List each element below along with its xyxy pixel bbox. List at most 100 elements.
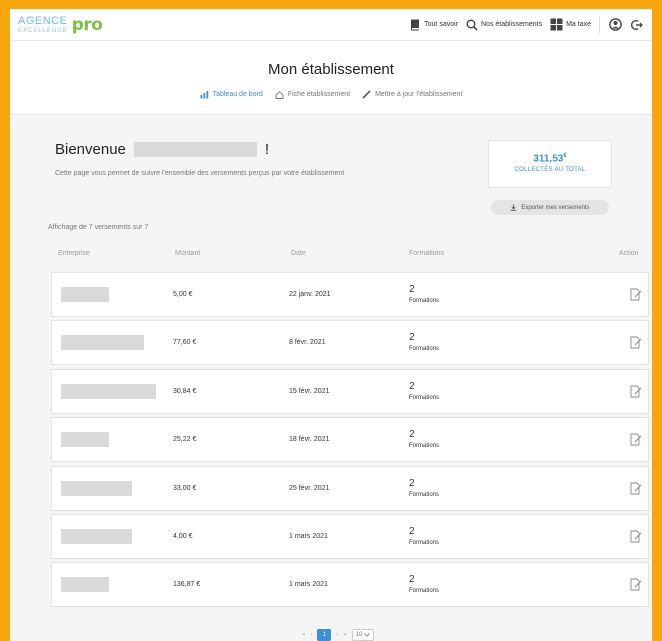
row-action-button[interactable] [630, 336, 642, 349]
row-action-button[interactable] [630, 433, 642, 446]
total-collected-label: COLLECTÉS AU TOTAL [514, 167, 586, 174]
redacted-company [61, 480, 132, 496]
welcome-heading: Bienvenue ! [55, 141, 344, 158]
welcome-greeting: Bienvenue [55, 141, 126, 158]
row-formations-label: Formations [409, 298, 440, 304]
row-date: 22 janv. 2021 [289, 291, 331, 298]
logo[interactable]: AGENCE EXCELLENCE pro [18, 14, 103, 35]
page-current-button[interactable]: 1 [317, 629, 332, 641]
tab-tableau-de-bord[interactable]: Tableau de bord [200, 90, 263, 99]
row-amount: 33,00 € [173, 484, 197, 492]
nav-ma-taxe-label: Ma taxe [566, 21, 591, 28]
home-icon [275, 90, 284, 99]
chart-icon [200, 90, 208, 98]
nav-tout-savoir[interactable]: Tout savoir [410, 19, 458, 31]
row-date: 8 févr. 2021 [289, 339, 326, 347]
row-formations: 2 Formations [409, 526, 439, 547]
row-date: 1 mars 2021 [289, 581, 328, 589]
redacted-company [61, 432, 109, 448]
page-size-select[interactable]: 10 [351, 629, 375, 641]
edit-document-icon [630, 482, 642, 495]
redacted-company [61, 577, 109, 593]
header-date: Date [291, 250, 306, 257]
row-formations-label: Formations [409, 394, 440, 401]
row-amount: 25,22 € [173, 436, 197, 444]
table-row: 5,00 € 22 janv. 2021 2 Formations [51, 272, 649, 317]
redacted-name [133, 142, 257, 157]
edit-document-icon [630, 288, 642, 301]
row-formations-label: Formations [409, 540, 440, 546]
total-collected-card: 311,53€ COLLECTÉS AU TOTAL [488, 140, 612, 188]
table-row: 30,84 € 15 févr. 2021 2 Formations [51, 368, 649, 414]
row-formations: 2 Formations [409, 381, 439, 402]
grid-icon [550, 18, 563, 31]
row-formations-label: Formations [409, 443, 440, 450]
main-nav: Tout savoir Nos établissements Ma taxe [410, 16, 644, 33]
tab-fiche-etablissement-label: Fiche établissement [287, 91, 351, 98]
display-count: Affichage de 7 versements sur 7 [48, 224, 149, 231]
logo-pro: pro [71, 14, 103, 35]
row-formations-count: 2 [409, 284, 415, 295]
row-date: 15 févr. 2021 [289, 387, 330, 395]
row-formations-count: 2 [409, 429, 415, 441]
header-formations: Formations [409, 250, 445, 257]
book-icon [411, 19, 420, 30]
page-first-button[interactable]: « [302, 632, 305, 638]
logo-excellence: EXCELLENCE [18, 27, 68, 34]
user-button[interactable] [608, 18, 622, 32]
edit-document-icon [630, 530, 642, 543]
page-last-button[interactable]: » [343, 632, 346, 638]
row-date: 25 févr. 2021 [289, 484, 330, 492]
row-action-button[interactable] [630, 385, 642, 398]
edit-document-icon [630, 578, 642, 591]
logout-button[interactable] [630, 18, 644, 32]
table-row: 25,22 € 18 févr. 2021 2 Formations [51, 417, 649, 463]
redacted-company [61, 335, 144, 351]
row-formations: 2 Formations [409, 332, 439, 353]
nav-tout-savoir-label: Tout savoir [424, 21, 458, 28]
row-date: 1 mars 2021 [289, 533, 328, 540]
table-row: 4,00 € 1 mars 2021 2 Formations [51, 514, 649, 559]
welcome-section: Bienvenue ! Cette page vous permet de su… [55, 141, 344, 177]
logo-agence: AGENCE [18, 14, 68, 27]
row-formations-count: 2 [409, 477, 415, 489]
edit-document-icon [630, 336, 642, 349]
row-formations-label: Formations [409, 346, 440, 353]
export-button[interactable]: Exporter mes versements [491, 200, 609, 215]
nav-nos-etablissements[interactable]: Nos établissements [466, 19, 542, 31]
tab-fiche-etablissement[interactable]: Fiche établissement [275, 90, 350, 99]
row-amount: 77,60 € [173, 339, 197, 347]
edit-document-icon [630, 433, 642, 446]
tab-tableau-de-bord-label: Tableau de bord [212, 91, 263, 98]
row-formations: 2 Formations [409, 284, 439, 305]
row-formations-label: Formations [409, 588, 440, 595]
tab-mettre-a-jour[interactable]: Mettre à jour l'établissement [362, 90, 462, 99]
row-action-button[interactable] [630, 530, 642, 543]
tab-mettre-a-jour-label: Mettre à jour l'établissement [375, 91, 463, 98]
total-collected-value: 311,53€ [533, 153, 567, 165]
chevron-down-icon [364, 633, 371, 637]
row-formations: 2 Formations [409, 429, 439, 450]
nav-divider [599, 16, 600, 33]
row-formations-count: 2 [409, 526, 415, 537]
row-action-button[interactable] [630, 482, 642, 495]
row-action-button[interactable] [630, 288, 642, 301]
sub-navigation: Tableau de bord Fiche établissement Mett… [10, 90, 652, 99]
row-formations-count: 2 [409, 380, 415, 392]
page-size-value: 10 [355, 632, 363, 638]
page-next-button[interactable]: › [336, 632, 338, 638]
page-prev-button[interactable]: ‹ [310, 632, 312, 638]
welcome-exclamation: ! [264, 141, 270, 158]
row-formations-label: Formations [409, 491, 440, 498]
row-amount: 30,84 € [173, 387, 197, 395]
app-frame: AGENCE EXCELLENCE pro Tout savoir Nos ét… [10, 9, 652, 641]
table-row: 77,60 € 8 févr. 2021 2 Formations [51, 320, 649, 366]
redacted-company [61, 383, 156, 399]
nav-ma-taxe[interactable]: Ma taxe [550, 18, 591, 31]
download-icon [511, 204, 517, 211]
top-navbar: AGENCE EXCELLENCE pro Tout savoir Nos ét… [10, 9, 652, 41]
row-amount: 4,00 € [173, 533, 193, 540]
row-formations: 2 Formations [409, 478, 439, 499]
search-icon [466, 19, 478, 31]
row-action-button[interactable] [630, 578, 642, 591]
